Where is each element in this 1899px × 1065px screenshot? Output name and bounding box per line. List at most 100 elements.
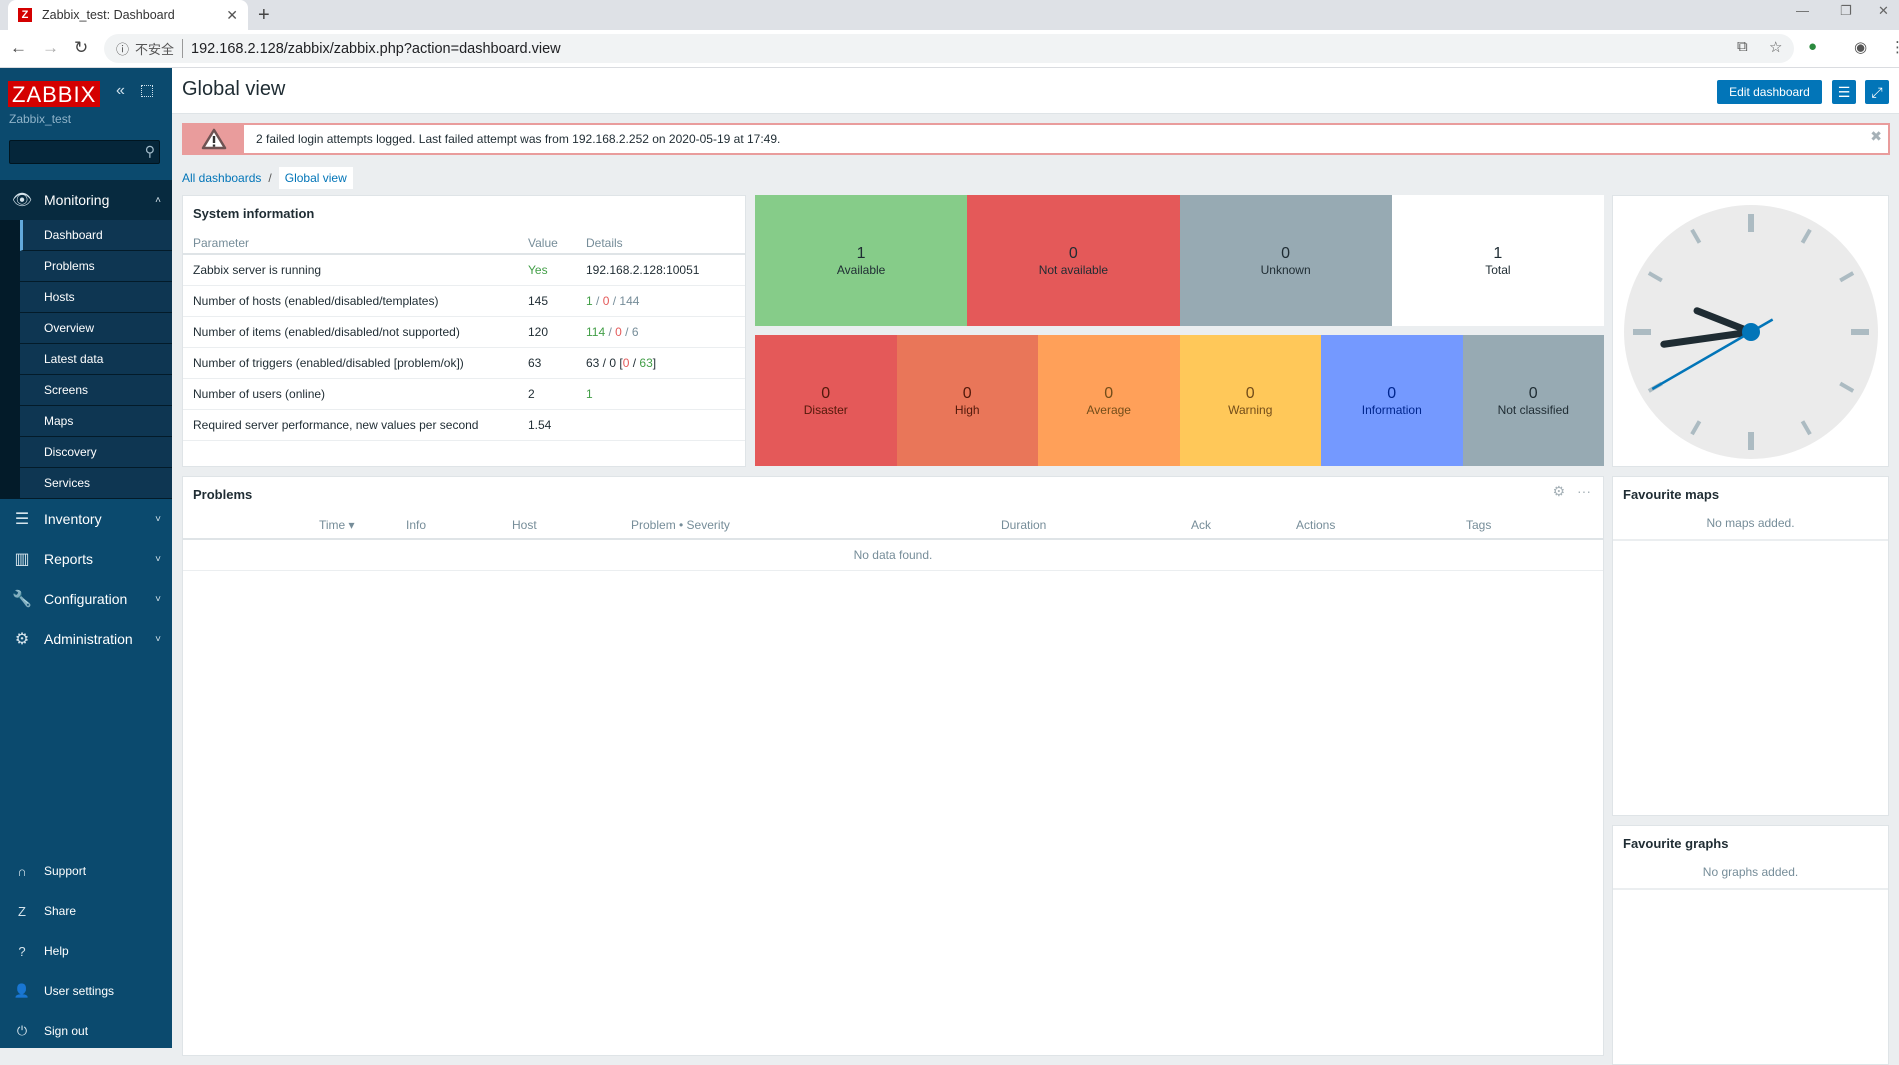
url-text[interactable]: 192.168.2.128/zabbix/zabbix.php?action=d… [191, 41, 561, 57]
column-header: Parameter [183, 232, 528, 255]
widget-settings-gear-icon[interactable]: ⚙ [1553, 483, 1566, 499]
eye-icon: 👁 [11, 192, 33, 209]
close-alert-icon[interactable]: ✖ [1870, 128, 1882, 145]
host-availability-not-available: 0 Not available [967, 195, 1180, 326]
kiosk-mode-icon[interactable] [141, 85, 153, 97]
tab-close-icon[interactable]: ✕ [226, 7, 238, 24]
reload-icon[interactable]: ↻ [74, 38, 88, 58]
search-icon[interactable]: ⚲ [145, 143, 155, 160]
value-cell: Yes [528, 254, 576, 286]
warning-icon [184, 125, 244, 153]
menu-dots-icon[interactable]: ⋮ [1890, 38, 1899, 56]
param-cell: Required server performance, new values … [183, 409, 528, 441]
menu-help[interactable]: ? Help [0, 931, 172, 971]
menu-inventory[interactable]: ☰ Inventory ˅ [0, 499, 172, 539]
sidebar-item-discovery[interactable]: Discovery [20, 437, 172, 468]
favourite-graphs-widget: Favourite graphs No graphs added. [1612, 825, 1889, 1065]
severity-warning[interactable]: 0 Warning [1179, 335, 1321, 466]
label: Average [1086, 403, 1131, 417]
forward-icon[interactable]: → [42, 38, 59, 58]
menu-administration[interactable]: ⚙ Administration ˅ [0, 619, 172, 659]
menu-support[interactable]: ∩ Support [0, 851, 172, 891]
menu-sign-out[interactable]: ⏻ Sign out [0, 1011, 172, 1051]
sidebar-item-maps[interactable]: Maps [20, 406, 172, 437]
profile-icon[interactable]: ◉ [1854, 38, 1867, 56]
sidebar-item-overview[interactable]: Overview [20, 313, 172, 344]
dashboard-actions-menu-icon[interactable]: ☰ [1832, 80, 1856, 104]
sidebar-item-problems[interactable]: Problems [20, 251, 172, 282]
details-part: 63 / 0 [ [586, 355, 623, 370]
extension-icon[interactable]: ● [1808, 38, 1817, 55]
zabbix-logo[interactable]: ZABBIX [8, 81, 101, 107]
column-header-tags: Tags [1466, 511, 1603, 540]
sidebar-item-latest-data[interactable]: Latest data [20, 344, 172, 375]
sidebar-item-screens[interactable]: Screens [20, 375, 172, 406]
menu-monitoring[interactable]: 👁 Monitoring ˄ [0, 180, 172, 220]
column-header: Details [576, 232, 745, 255]
severity-not-classified[interactable]: 0 Not classified [1462, 335, 1604, 466]
severity-average[interactable]: 0 Average [1038, 335, 1180, 466]
user-icon: 👤 [13, 983, 31, 998]
details-cell: 192.168.2.128:10051 [576, 254, 745, 286]
severity-information[interactable]: 0 Information [1321, 335, 1463, 466]
minimize-icon[interactable]: — [1796, 3, 1809, 18]
collapse-sidebar-icon[interactable]: « [116, 82, 125, 100]
breadcrumb-all-dashboards[interactable]: All dashboards [182, 171, 261, 185]
details-part: 192.168.2.128:10051 [586, 262, 700, 277]
label: Not classified [1497, 403, 1569, 417]
menu-user-settings[interactable]: 👤 User settings [0, 971, 172, 1011]
problems-widget: Problems ⚙ ··· Time ▾ Info Host Problem … [182, 476, 1604, 1056]
breadcrumb-current[interactable]: Global view [278, 167, 353, 189]
new-tab-button[interactable]: + [258, 4, 270, 27]
restore-icon[interactable]: ❐ [1840, 3, 1852, 19]
edit-dashboard-button[interactable]: Edit dashboard [1717, 80, 1822, 104]
system-info-row: Number of users (online) 2 1 [183, 378, 745, 410]
column-header-time[interactable]: Time ▾ [319, 511, 406, 540]
severity-disaster[interactable]: 0 Disaster [755, 335, 897, 466]
menu-configuration[interactable]: 🔧 Configuration ˅ [0, 579, 172, 619]
list-icon: ☰ [14, 511, 30, 528]
window-close-icon[interactable]: ✕ [1878, 3, 1889, 19]
sidebar-item-hosts[interactable]: Hosts [20, 282, 172, 313]
chevron-down-icon: ˅ [155, 593, 161, 605]
details-part: 0 [615, 324, 622, 339]
column-header-duration: Duration [1001, 511, 1191, 540]
sidebar-item-services[interactable]: Services [20, 468, 172, 499]
details-part: / [592, 293, 603, 308]
chevron-down-icon: ˅ [155, 633, 161, 645]
clock-widget [1612, 195, 1889, 467]
column-header-checkbox [183, 511, 319, 540]
monitoring-submenu: Dashboard Problems Hosts Overview Latest… [0, 220, 172, 499]
bookmark-star-icon[interactable]: ☆ [1769, 38, 1782, 56]
value-cell: 120 [528, 316, 576, 348]
browser-tabstrip: Z Zabbix_test: Dashboard ✕ + — ❐ ✕ [0, 0, 1899, 30]
details-part: / [621, 324, 632, 339]
info-icon[interactable]: ⓘ [116, 39, 129, 58]
main-menu: 👁 Monitoring ˄ Dashboard Problems Hosts … [0, 180, 172, 659]
bar-chart-icon: ▥ [14, 551, 30, 568]
system-info-row: Number of hosts (enabled/disabled/templa… [183, 285, 745, 317]
translate-icon[interactable]: ⧉ [1737, 38, 1748, 55]
column-header-problem-severity[interactable]: Problem • Severity [631, 511, 1001, 540]
details-part: / [609, 293, 620, 308]
share-icon: Z [18, 903, 26, 919]
menu-share[interactable]: Z Share [0, 891, 172, 931]
value-cell: 2 [528, 378, 576, 410]
url-field[interactable]: ⓘ 不安全 192.168.2.128/zabbix/zabbix.php?ac… [104, 34, 1794, 63]
host-availability-total: 1 Total [1391, 195, 1604, 326]
power-icon: ⏻ [16, 1023, 28, 1038]
browser-tab[interactable]: Z Zabbix_test: Dashboard ✕ [8, 0, 248, 30]
column-header-ack: Ack [1191, 511, 1296, 540]
count: 0 [1245, 385, 1255, 402]
param-cell: Number of items (enabled/disabled/not su… [183, 316, 528, 348]
sidebar-search-input[interactable]: ⚲ [9, 140, 160, 164]
problems-table: Time ▾ Info Host Problem • Severity Dura… [183, 511, 1603, 571]
severity-high[interactable]: 0 High [896, 335, 1038, 466]
menu-reports[interactable]: ▥ Reports ˅ [0, 539, 172, 579]
widget-more-dots-icon[interactable]: ··· [1577, 483, 1591, 499]
back-icon[interactable]: ← [10, 38, 27, 58]
column-header-host[interactable]: Host [512, 511, 631, 540]
fullscreen-icon[interactable]: ⤢ [1865, 80, 1889, 104]
details-cell: 1 / 0 / 144 [576, 285, 745, 317]
sidebar-item-dashboard[interactable]: Dashboard [20, 220, 172, 251]
